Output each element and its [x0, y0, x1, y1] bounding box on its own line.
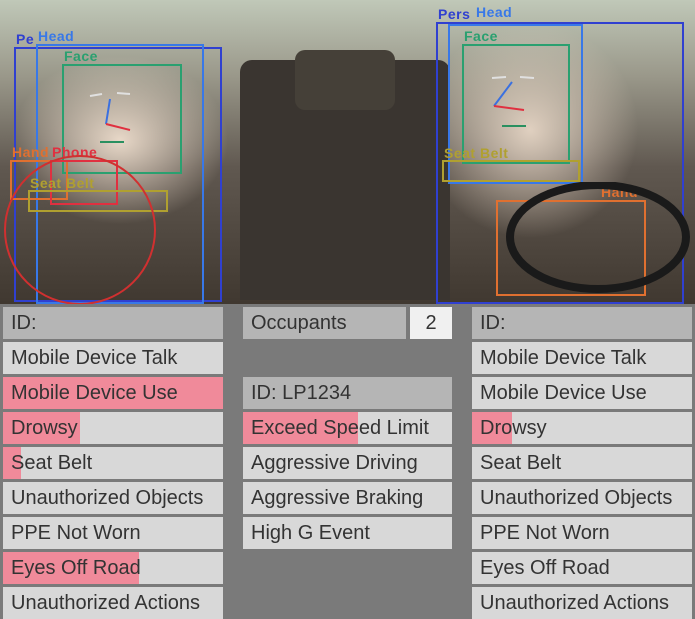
vehicle-metric-label: Aggressive Braking	[251, 487, 423, 510]
left-metric-label: Mobile Device Use	[11, 382, 178, 405]
left-metric-row: Drowsy	[3, 412, 223, 444]
vehicle-metric-row: Exceed Speed Limit	[243, 412, 452, 444]
right-metric-label: Seat Belt	[480, 452, 561, 475]
left-metric-label: Unauthorized Objects	[11, 487, 203, 510]
right-metric-row: Eyes Off Road	[472, 552, 692, 584]
right-metric-row: Mobile Device Talk	[472, 342, 692, 374]
right-metric-row: Unauthorized Actions	[472, 587, 692, 619]
left-metric-label: Unauthorized Actions	[11, 592, 200, 615]
occupants-count: 2	[410, 307, 452, 339]
left-metric-row: Mobile Device Talk	[3, 342, 223, 374]
steering-wheel	[498, 182, 695, 304]
left-metric-row: Seat Belt	[3, 447, 223, 479]
left-metric-label: PPE Not Worn	[11, 522, 141, 545]
left-metric-row: Eyes Off Road	[3, 552, 223, 584]
occupants-label: Occupants	[243, 307, 406, 339]
occupants-row: Occupants 2	[243, 307, 452, 339]
vehicle-metric-label: Exceed Speed Limit	[251, 417, 429, 440]
left-metric-label: Seat Belt	[11, 452, 92, 475]
right-metric-label: Mobile Device Talk	[480, 347, 646, 370]
left-landmarks	[62, 64, 182, 174]
vehicle-metric-label: Aggressive Driving	[251, 452, 418, 475]
right-metric-label: PPE Not Worn	[480, 522, 610, 545]
right-metric-row: Drowsy	[472, 412, 692, 444]
left-metric-row: Unauthorized Actions	[3, 587, 223, 619]
info-panels: ID: Mobile Device Talk Mobile Device Use D…	[3, 307, 692, 619]
left-metric-label: Mobile Device Talk	[11, 347, 177, 370]
right-metric-row: Mobile Device Use	[472, 377, 692, 409]
right-metric-row: PPE Not Worn	[472, 517, 692, 549]
vehicle-panel: Occupants 2 ID: LP1234 Exceed Speed Limi…	[243, 307, 452, 619]
left-metric-label: Eyes Off Road	[11, 557, 141, 580]
left-metric-row: Unauthorized Objects	[3, 482, 223, 514]
right-metric-label: Drowsy	[480, 417, 547, 440]
right-metric-label: Mobile Device Use	[480, 382, 647, 405]
right-occupant-panel: ID: Mobile Device Talk Mobile Device Use D…	[472, 307, 692, 619]
headrest	[295, 50, 395, 110]
camera-view: Pe Head Face Hand Phone Seat Belt Pers H…	[0, 0, 695, 304]
right-metric-row: Unauthorized Objects	[472, 482, 692, 514]
right-metric-label: Unauthorized Objects	[480, 487, 672, 510]
spacer	[243, 342, 452, 374]
vehicle-metric-row: Aggressive Driving	[243, 447, 452, 479]
left-metric-label: Drowsy	[11, 417, 78, 440]
right-landmarks	[462, 44, 570, 164]
right-metric-label: Eyes Off Road	[480, 557, 610, 580]
vehicle-metric-label: High G Event	[251, 522, 370, 545]
left-id-row: ID:	[3, 307, 223, 339]
left-metric-row: PPE Not Worn	[3, 517, 223, 549]
vehicle-metric-row: Aggressive Braking	[243, 482, 452, 514]
vehicle-id-row: ID: LP1234	[243, 377, 452, 409]
right-metric-label: Unauthorized Actions	[480, 592, 669, 615]
left-occupant-panel: ID: Mobile Device Talk Mobile Device Use D…	[3, 307, 223, 619]
right-id-row: ID:	[472, 307, 692, 339]
right-metric-row: Seat Belt	[472, 447, 692, 479]
left-metric-row: Mobile Device Use	[3, 377, 223, 409]
vehicle-metric-row: High G Event	[243, 517, 452, 549]
